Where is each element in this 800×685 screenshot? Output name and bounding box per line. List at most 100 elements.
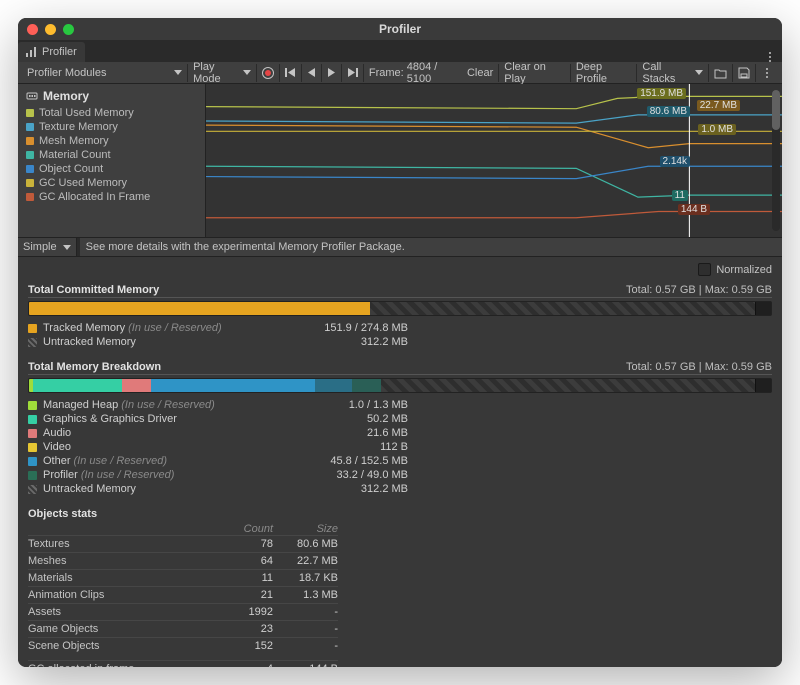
- legend-item[interactable]: Mesh Memory: [26, 134, 197, 148]
- chart-value-label: 151.9 MB: [637, 88, 686, 99]
- skip-forward-icon: [347, 67, 358, 78]
- legend-item[interactable]: Material Count: [26, 148, 197, 162]
- row-swatch: [28, 471, 37, 480]
- legend-label: Object Count: [39, 163, 103, 175]
- chart-value-label: 11: [672, 190, 688, 201]
- step-back-icon: [307, 67, 316, 78]
- legend-swatch: [26, 165, 34, 173]
- memory-row: Managed Heap(In use / Reserved)1.0 / 1.3…: [28, 398, 408, 412]
- chart-value-label: 22.7 MB: [697, 100, 740, 111]
- legend-label: Mesh Memory: [39, 135, 109, 147]
- legend-label: Material Count: [39, 149, 111, 161]
- chart-value-label: 80.6 MB: [647, 106, 690, 117]
- memory-icon: [26, 90, 38, 102]
- object-stat-row: Game Objects23-: [28, 620, 338, 637]
- prev-frame-button[interactable]: [302, 64, 322, 82]
- breakdown-segment: [33, 379, 122, 392]
- committed-bar-tracked: [29, 302, 370, 315]
- detail-mode-dropdown[interactable]: Simple: [18, 238, 77, 256]
- object-stat-row: Assets1992-: [28, 603, 338, 620]
- legend-label: GC Used Memory: [39, 177, 127, 189]
- memory-row: Audio21.6 MB: [28, 426, 408, 440]
- legend-swatch: [26, 179, 34, 187]
- committed-bar-remaining: [755, 302, 771, 315]
- row-swatch: [28, 443, 37, 452]
- row-swatch: [28, 415, 37, 424]
- legend-label: Texture Memory: [39, 121, 118, 133]
- memory-package-hint: See more details with the experimental M…: [80, 241, 411, 253]
- last-frame-button[interactable]: [342, 64, 364, 82]
- next-frame-button[interactable]: [322, 64, 342, 82]
- legend-swatch: [26, 109, 34, 117]
- object-stat-row: Materials1118.7 KB: [28, 569, 338, 586]
- row-swatch: [28, 338, 37, 347]
- first-frame-button[interactable]: [280, 64, 302, 82]
- object-stat-row: Scene Objects152-: [28, 637, 338, 654]
- chevron-down-icon: [174, 70, 182, 75]
- legend-swatch: [26, 193, 34, 201]
- committed-bar: [28, 301, 772, 316]
- normalized-checkbox[interactable]: [698, 263, 711, 276]
- legend-item[interactable]: GC Used Memory: [26, 176, 197, 190]
- breakdown-segment: [352, 379, 382, 392]
- detail-mode-row: Simple See more details with the experim…: [18, 238, 782, 257]
- folder-open-icon: [714, 67, 727, 79]
- committed-title: Total Committed Memory: [28, 284, 159, 296]
- object-stat-row: Animation Clips211.3 MB: [28, 586, 338, 603]
- clear-button[interactable]: Clear: [462, 64, 499, 82]
- chart-value-label: 2.14k: [660, 156, 690, 167]
- tab-label: Profiler: [42, 46, 77, 58]
- profiler-icon: [24, 45, 38, 59]
- normalized-label: Normalized: [716, 264, 772, 276]
- save-button[interactable]: [733, 64, 756, 82]
- objects-stats-table: Count Size Textures7880.6 MBMeshes6422.7…: [28, 523, 338, 667]
- memory-row: Untracked Memory312.2 MB: [28, 335, 408, 349]
- tab-profiler[interactable]: Profiler: [18, 42, 85, 62]
- tab-strip: Profiler: [18, 40, 782, 62]
- toolbar: Profiler Modules Play Mode Frame: 4804 /…: [18, 62, 782, 84]
- legend-swatch: [26, 151, 34, 159]
- legend-item[interactable]: Object Count: [26, 162, 197, 176]
- clear-on-play-button[interactable]: Clear on Play: [499, 64, 571, 82]
- object-stat-row: Textures7880.6 MB: [28, 535, 338, 552]
- play-mode-dropdown[interactable]: Play Mode: [188, 64, 257, 82]
- gc-row: GC allocated in frame 4 144 B: [28, 660, 338, 667]
- profiler-modules-dropdown[interactable]: Profiler Modules: [22, 64, 188, 82]
- load-button[interactable]: [709, 64, 733, 82]
- chart-legend: Memory Total Used MemoryTexture MemoryMe…: [18, 84, 206, 237]
- chevron-down-icon: [63, 245, 71, 250]
- chart-value-label: 1.0 MB: [698, 124, 736, 135]
- tab-menu-icon[interactable]: [764, 52, 776, 62]
- frame-indicator: Frame: 4804 / 5100: [364, 64, 462, 82]
- chart-row: Memory Total Used MemoryTexture MemoryMe…: [18, 84, 782, 238]
- chart-scrollbar[interactable]: [772, 90, 780, 231]
- call-stacks-dropdown[interactable]: Call Stacks: [637, 64, 709, 82]
- details-pane: Normalized Total Committed Memory Total:…: [18, 257, 782, 667]
- legend-label: GC Allocated In Frame: [39, 191, 150, 203]
- kebab-icon: [761, 68, 773, 78]
- memory-row: Video112 B: [28, 440, 408, 454]
- row-swatch: [28, 324, 37, 333]
- record-button[interactable]: [257, 64, 280, 82]
- deep-profile-button[interactable]: Deep Profile: [571, 64, 638, 82]
- chevron-down-icon: [695, 70, 703, 75]
- memory-row: Untracked Memory312.2 MB: [28, 482, 408, 496]
- scrollbar-thumb[interactable]: [772, 90, 780, 130]
- memory-timeline-chart[interactable]: 151.9 MB22.7 MB80.6 MB1.0 MB2.14k11144 B: [206, 84, 782, 237]
- window-title: Profiler: [18, 22, 782, 36]
- legend-item[interactable]: Texture Memory: [26, 120, 197, 134]
- toolbar-menu[interactable]: [756, 64, 778, 82]
- step-forward-icon: [327, 67, 336, 78]
- breakdown-header: Total Memory Breakdown Total: 0.57 GB | …: [28, 361, 772, 375]
- breakdown-title: Total Memory Breakdown: [28, 361, 161, 373]
- memory-row: Tracked Memory(In use / Reserved)151.9 /…: [28, 321, 408, 335]
- legend-item[interactable]: Total Used Memory: [26, 106, 197, 120]
- row-swatch: [28, 457, 37, 466]
- memory-row: Graphics & Graphics Driver50.2 MB: [28, 412, 408, 426]
- col-size: Size: [273, 523, 338, 535]
- legend-item[interactable]: GC Allocated In Frame: [26, 190, 197, 204]
- committed-bar-untracked: [370, 302, 755, 315]
- row-swatch: [28, 485, 37, 494]
- legend-swatch: [26, 137, 34, 145]
- breakdown-segment: [151, 379, 314, 392]
